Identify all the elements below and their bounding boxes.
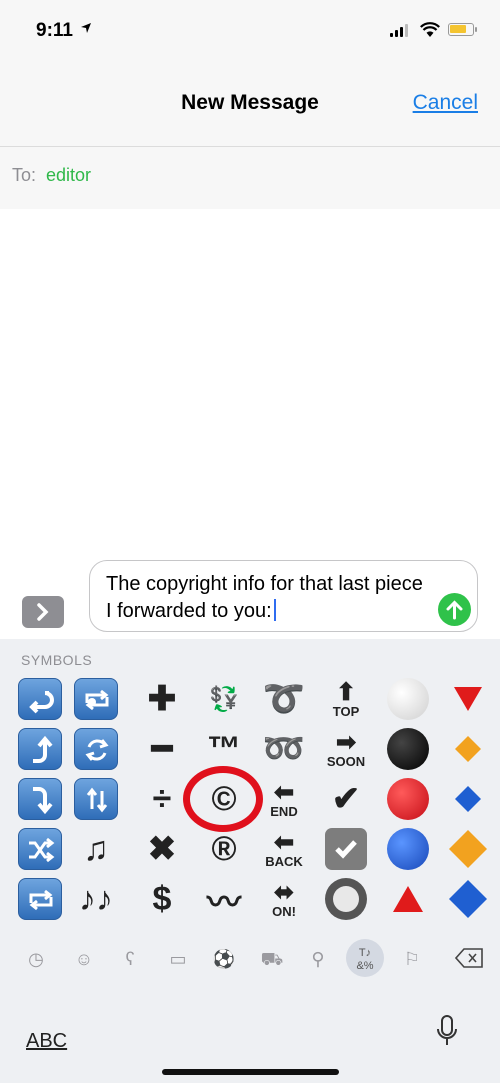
text-caret bbox=[273, 599, 276, 621]
emoji-plus[interactable]: ✚ bbox=[136, 675, 188, 723]
emoji-arrow-curving-down[interactable] bbox=[14, 775, 66, 823]
message-input[interactable]: The copyright info for that last piece I… bbox=[89, 560, 478, 632]
emoji-leftwards-arrow-hook[interactable] bbox=[14, 675, 66, 723]
emoji-shuffle[interactable] bbox=[14, 825, 66, 873]
svg-text:&%: &% bbox=[356, 960, 373, 972]
abc-keyboard-button[interactable]: ABC bbox=[26, 1030, 67, 1053]
cellular-signal-icon bbox=[390, 24, 408, 37]
emoji-registered[interactable]: ® bbox=[198, 825, 250, 873]
food-icon[interactable]: ▭ bbox=[166, 947, 190, 971]
recipient-value[interactable]: editor bbox=[46, 165, 91, 186]
emoji-on-arrow[interactable]: ⬌ ON! bbox=[258, 875, 310, 923]
emoji-blue-circle[interactable] bbox=[382, 825, 434, 873]
symbols-category-icon[interactable]: T♪ &% bbox=[346, 939, 384, 977]
highlight-ring bbox=[183, 766, 263, 832]
emoji-small-orange-diamond[interactable] bbox=[442, 725, 494, 773]
arrow-up-icon bbox=[446, 600, 463, 620]
emoji-red-triangle-up[interactable] bbox=[382, 875, 434, 923]
emoji-end-arrow[interactable]: ⬅ END bbox=[258, 775, 310, 823]
emoji-top-arrow[interactable]: ⬆ TOP bbox=[320, 675, 372, 723]
emoji-counterclockwise-arrows[interactable] bbox=[70, 775, 122, 823]
emoji-dollar[interactable]: $ bbox=[136, 875, 188, 923]
emoji-small-blue-diamond[interactable] bbox=[442, 775, 494, 823]
status-bar: 9:11 bbox=[0, 0, 500, 60]
bear-icon[interactable]: ʕ bbox=[118, 947, 142, 971]
microphone-icon[interactable] bbox=[436, 1014, 458, 1048]
emoji-large-blue-diamond[interactable] bbox=[442, 875, 494, 923]
cancel-button[interactable]: Cancel bbox=[413, 91, 478, 115]
delete-key-icon[interactable] bbox=[454, 947, 485, 971]
emoji-back-arrow[interactable]: ⬅ BACK bbox=[258, 825, 310, 873]
emoji-repeat[interactable] bbox=[14, 875, 66, 923]
expand-apps-button[interactable] bbox=[22, 596, 64, 628]
emoji-double-curly-loop[interactable]: ➿ bbox=[258, 725, 310, 773]
nav-bar: New Message Cancel bbox=[0, 60, 500, 147]
emoji-minus[interactable]: ━ bbox=[136, 725, 188, 773]
emoji-large-orange-diamond[interactable] bbox=[442, 825, 494, 873]
status-time: 9:11 bbox=[36, 20, 73, 41]
emoji-white-circle[interactable] bbox=[382, 675, 434, 723]
svg-text:T♪: T♪ bbox=[359, 947, 371, 959]
emoji-clockwise-arrows[interactable] bbox=[70, 725, 122, 773]
emoji-wavy-dash[interactable]: 〰 bbox=[198, 875, 250, 923]
smiley-icon[interactable]: ☺ bbox=[72, 947, 96, 971]
emoji-arrow-curving-up[interactable] bbox=[14, 725, 66, 773]
emoji-musical-note[interactable]: ♫ bbox=[70, 825, 122, 873]
soccer-ball-icon[interactable]: ⚽ bbox=[212, 947, 236, 971]
home-indicator[interactable] bbox=[162, 1069, 339, 1075]
emoji-repeat-one[interactable] bbox=[70, 675, 122, 723]
emoji-category-bar: ◷ ☺ ʕ ▭ ⚽ ⛟ ⚲ T♪ &% ⚐ bbox=[0, 939, 500, 979]
emoji-keyboard: SYMBOLS ♫ ♪♪ ✚ ━ ÷ ✖ $ 💱 ™ © ® 〰 ➰ ➿ ⬅ EN… bbox=[0, 639, 500, 1083]
lightbulb-icon[interactable]: ⚲ bbox=[306, 947, 330, 971]
chevron-right-icon bbox=[37, 603, 49, 621]
emoji-red-circle[interactable] bbox=[382, 775, 434, 823]
recipient-label: To: bbox=[12, 165, 37, 185]
emoji-curly-loop[interactable]: ➰ bbox=[258, 675, 310, 723]
recipient-field[interactable]: To: editor bbox=[0, 147, 500, 209]
send-button[interactable] bbox=[438, 593, 471, 626]
emoji-soon-arrow[interactable]: ➡ SOON bbox=[320, 725, 372, 773]
emoji-divide[interactable]: ÷ bbox=[136, 775, 188, 823]
emoji-musical-notes[interactable]: ♪♪ bbox=[70, 875, 122, 923]
section-label: SYMBOLS bbox=[21, 652, 93, 668]
car-icon[interactable]: ⛟ bbox=[260, 947, 284, 971]
emoji-red-triangle-down[interactable] bbox=[442, 675, 494, 723]
emoji-black-circle[interactable] bbox=[382, 725, 434, 773]
emoji-currency-exchange[interactable]: 💱 bbox=[198, 675, 250, 723]
clock-icon[interactable]: ◷ bbox=[24, 947, 48, 971]
emoji-heavy-check-mark[interactable]: ✔ bbox=[320, 775, 372, 823]
compose-area: The copyright info for that last piece I… bbox=[0, 209, 500, 639]
wifi-icon bbox=[420, 22, 440, 37]
emoji-ballot-box-check[interactable] bbox=[320, 825, 372, 873]
location-icon bbox=[81, 23, 91, 33]
battery-icon bbox=[448, 23, 477, 36]
emoji-radio-button[interactable] bbox=[320, 875, 372, 923]
message-text: The copyright info for that last piece I… bbox=[106, 573, 423, 622]
emoji-multiply[interactable]: ✖ bbox=[136, 825, 188, 873]
flag-icon[interactable]: ⚐ bbox=[400, 947, 424, 971]
